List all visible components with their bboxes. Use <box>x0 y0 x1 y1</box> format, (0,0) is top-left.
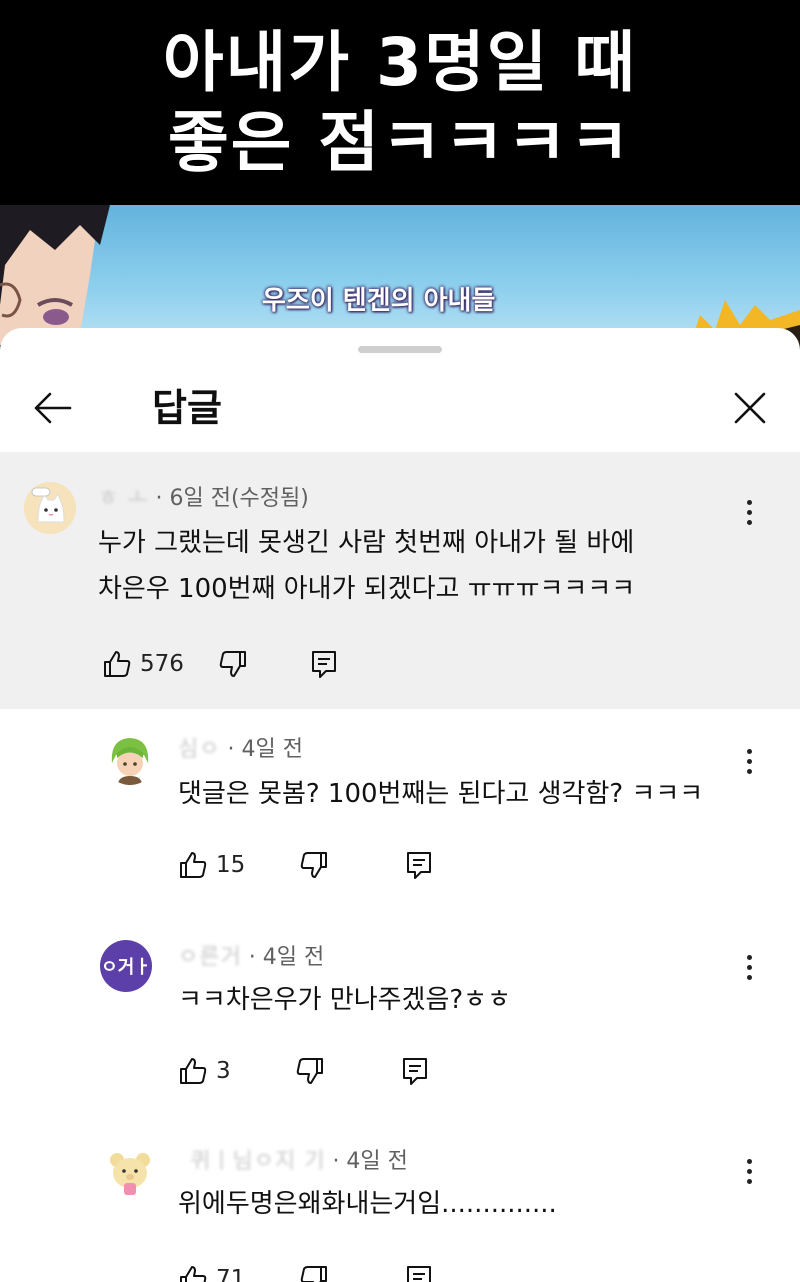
comment-text: 누가 그랬는데 못생긴 사람 첫번째 아내가 될 바에 차은우 100번째 아내… <box>98 520 635 612</box>
dislike-button[interactable] <box>295 1056 325 1086</box>
comment-line: 차은우 100번째 아내가 되겠다고 ㅠㅠㅠㅋㅋㅋㅋ <box>98 574 636 604</box>
video-caption: 우즈이 텐겐의 아내들 <box>262 286 496 316</box>
comment-line: ㅋㅋ차은우가 만나주겠음?ㅎㅎ <box>178 985 512 1015</box>
arrow-left-icon <box>34 392 72 424</box>
reply-button[interactable] <box>405 850 433 880</box>
dot-icon <box>746 509 752 515</box>
reply-comment-icon <box>402 1058 427 1085</box>
video-frame[interactable]: 우즈이 텐겐의 아내들 <box>0 205 800 345</box>
bear-avatar[interactable] <box>104 1146 156 1198</box>
like-button[interactable]: 71 <box>178 1264 245 1282</box>
comment-actions: 71 <box>178 1259 433 1282</box>
meme-banner: 아내가 3명일 때 좋은 점ㅋㅋㅋㅋ <box>0 0 800 205</box>
sheet-header: 답글 <box>0 368 800 452</box>
dot-icon <box>746 519 752 525</box>
comment-time: · 4일 전 <box>332 1149 408 1174</box>
more-options-button[interactable] <box>734 1151 764 1191</box>
dot-icon <box>746 1158 752 1164</box>
boy-avatar-icon <box>104 733 156 785</box>
close-icon <box>734 392 766 424</box>
anime-character-left-image <box>0 205 110 345</box>
comment-line: 누가 그랬는데 못생긴 사람 첫번째 아내가 될 바에 <box>98 528 635 558</box>
dot-icon <box>746 954 752 960</box>
thumbs-down-icon <box>301 1266 328 1282</box>
reply-button[interactable] <box>310 649 338 679</box>
like-count: 3 <box>216 1058 231 1084</box>
comment-actions: 576 <box>102 644 338 684</box>
dislike-button[interactable] <box>299 850 329 880</box>
reply-comment: 퀴ㅣ님ㅇ지 기 · 4일 전 위에두명은왜화내는거임..............… <box>0 1121 800 1282</box>
reply-button[interactable] <box>401 1056 429 1086</box>
comment-text: 위에두명은왜화내는거임.............. <box>178 1181 557 1227</box>
dot-icon <box>746 499 752 505</box>
drag-handle[interactable] <box>358 346 442 353</box>
thumbs-down-icon <box>296 1058 323 1084</box>
green-hair-avatar[interactable] <box>104 733 156 785</box>
thumbs-up-icon <box>180 1266 207 1282</box>
like-button[interactable]: 15 <box>178 850 245 880</box>
thumbs-up-icon <box>180 852 207 878</box>
reply-button[interactable] <box>405 1264 433 1282</box>
comment-line: 댓글은 못봄? 100번째는 된다고 생각함? ㅋㅋㅋ <box>178 779 704 809</box>
like-button[interactable]: 3 <box>178 1056 231 1086</box>
like-count: 15 <box>216 852 246 878</box>
more-options-button[interactable] <box>734 947 764 987</box>
cat-icon <box>24 482 76 534</box>
author-name[interactable]: 퀴ㅣ님ㅇ지 기 <box>190 1149 325 1174</box>
cat-avatar[interactable] <box>24 482 76 534</box>
more-options-button[interactable] <box>734 741 764 781</box>
dot-icon <box>746 1168 752 1174</box>
comment-actions: 3 <box>178 1051 429 1091</box>
thumbs-up-icon <box>180 1058 207 1084</box>
comment-actions: 15 <box>178 845 433 885</box>
comment-meta: ㅎ ㅗ · 6일 전(수정됨) <box>98 484 309 514</box>
dot-icon <box>746 1178 752 1184</box>
comment-meta: 심ㅇ · 4일 전 <box>178 735 303 765</box>
dot-icon <box>746 748 752 754</box>
dislike-button[interactable] <box>299 1264 329 1282</box>
thumbs-down-icon <box>219 651 246 677</box>
dot-icon <box>746 974 752 980</box>
close-button[interactable] <box>726 384 774 432</box>
reply-comment-icon <box>407 1266 432 1282</box>
comment-meta: 퀴ㅣ님ㅇ지 기 · 4일 전 <box>190 1147 408 1177</box>
back-button[interactable] <box>28 384 76 432</box>
dot-icon <box>746 964 752 970</box>
dot-icon <box>746 768 752 774</box>
banner-title-line-1: 아내가 3명일 때 <box>162 23 638 101</box>
like-count: 71 <box>216 1266 246 1282</box>
comment-time: · 6일 전(수정됨) <box>155 486 309 511</box>
bear-icon <box>104 1146 156 1198</box>
banner-title-line-2: 좋은 점ㅋㅋㅋㅋ <box>167 103 633 181</box>
comment-text: ㅋㅋ차은우가 만나주겠음?ㅎㅎ <box>178 977 511 1023</box>
more-options-button[interactable] <box>734 492 764 532</box>
dot-icon <box>746 758 752 764</box>
dislike-button[interactable] <box>218 649 248 679</box>
author-name[interactable]: 심ㅇ <box>178 737 220 762</box>
author-name[interactable]: ㅇ른거 <box>178 945 242 970</box>
like-count: 576 <box>140 651 184 677</box>
reply-comment: ㅇ거ㅏ ㅇ른거 · 4일 전 ㅋㅋ차은우가 만나주겠음?ㅎㅎ 3 <box>0 915 800 1121</box>
thumbs-down-icon <box>301 852 328 878</box>
reply-comment: 심ㅇ · 4일 전 댓글은 못봄? 100번째는 된다고 생각함? ㅋㅋㅋ 15 <box>0 709 800 915</box>
reply-comment-icon <box>407 852 432 879</box>
comment-meta: ㅇ른거 · 4일 전 <box>178 943 324 973</box>
reply-comment-icon <box>311 651 336 678</box>
replies-sheet: 답글 ㅎ ㅗ · 6일 전(수정됨) 누가 그랬는데 못생긴 사람 첫번째 아내… <box>0 328 800 1282</box>
parent-comment: ㅎ ㅗ · 6일 전(수정됨) 누가 그랬는데 못생긴 사람 첫번째 아내가 될… <box>0 452 800 709</box>
comment-text: 댓글은 못봄? 100번째는 된다고 생각함? ㅋㅋㅋ <box>178 771 703 817</box>
like-button[interactable]: 576 <box>102 649 184 679</box>
avatar-initials: ㅇ거ㅏ <box>101 957 151 978</box>
thumbs-up-icon <box>104 651 131 677</box>
comment-time: · 4일 전 <box>227 737 303 762</box>
page-title: 답글 <box>152 386 222 430</box>
comment-time: · 4일 전 <box>248 945 325 970</box>
comment-line: 위에두명은왜화내는거임.............. <box>178 1189 557 1219</box>
author-name[interactable]: ㅎ ㅗ <box>98 486 148 511</box>
letter-avatar[interactable]: ㅇ거ㅏ <box>100 940 152 992</box>
